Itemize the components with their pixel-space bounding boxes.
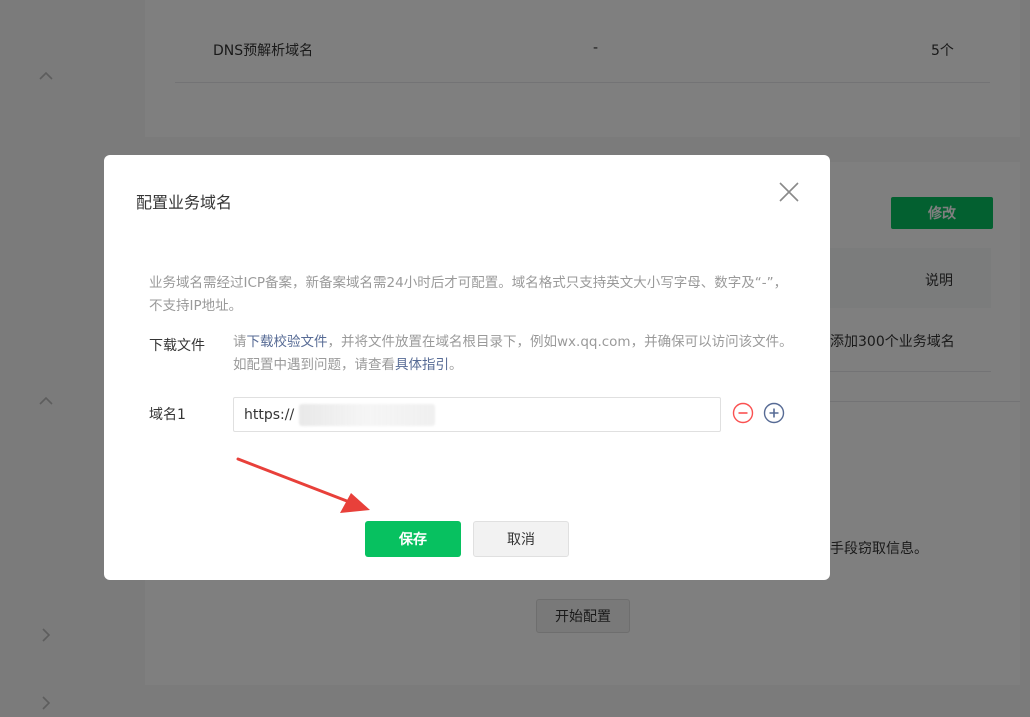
page: DNS预解析域名 - 5个 修改 说明 添加300个业务域名 手段窃取信息。 开… [0, 0, 1030, 717]
configure-domain-dialog: 配置业务域名 业务域名需经过ICP备案，新备案域名需24小时后才可配置。域名格式… [104, 155, 830, 580]
redacted-domain-mask [299, 404, 435, 426]
domain-notice: 业务域名需经过ICP备案，新备案域名需24小时后才可配置。域名格式只支持英文大小… [149, 275, 788, 314]
download-prefix: 请 [233, 334, 247, 350]
minus-circle-icon[interactable] [732, 402, 754, 424]
dialog-title: 配置业务域名 [136, 193, 233, 212]
download-verify-file-link[interactable]: 下载校验文件 [247, 334, 328, 350]
domain-1-label: 域名1 [149, 407, 186, 423]
close-icon[interactable] [777, 180, 801, 204]
download-file-label: 下载文件 [149, 338, 205, 354]
cancel-button[interactable]: 取消 [473, 521, 569, 557]
download-suffix: 。 [449, 357, 463, 373]
plus-circle-icon[interactable] [763, 402, 785, 424]
guide-link[interactable]: 具体指引 [395, 357, 449, 373]
save-button[interactable]: 保存 [365, 521, 461, 557]
download-instructions: 请下载校验文件，并将文件放置在域名根目录下，例如wx.qq.com，并确保可以访… [233, 331, 793, 377]
